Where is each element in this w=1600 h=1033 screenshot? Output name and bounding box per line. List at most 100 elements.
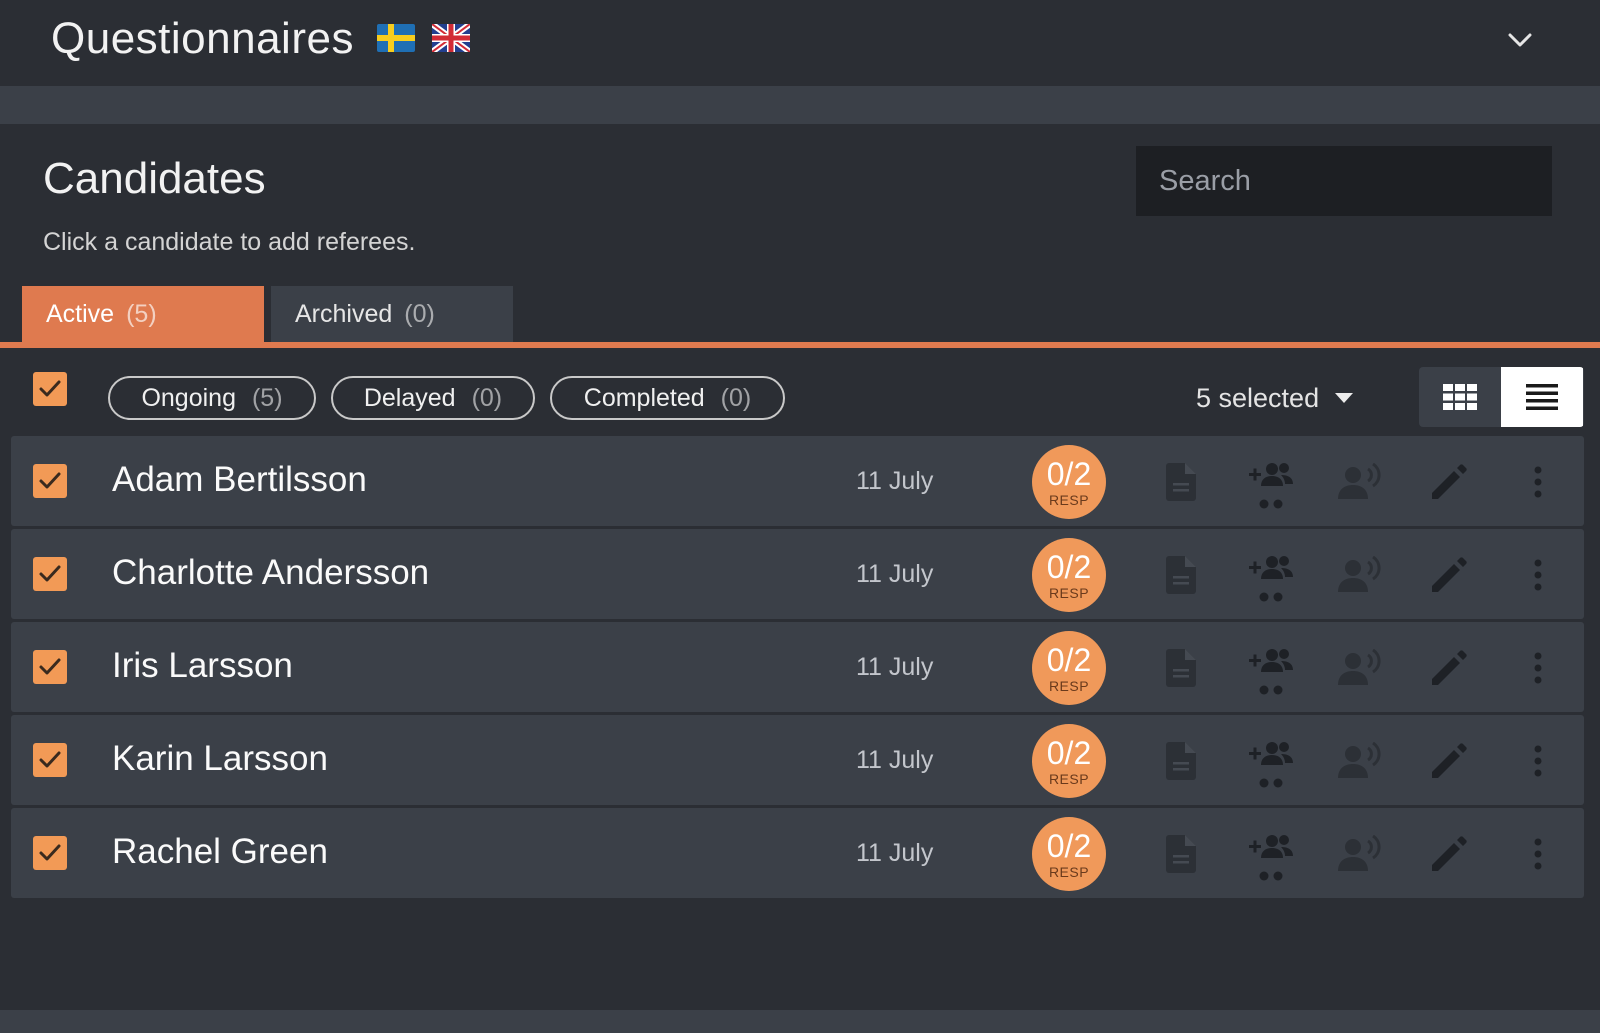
remind-referees-button[interactable] (1336, 551, 1384, 599)
filter-ongoing[interactable]: Ongoing (5) (108, 376, 316, 420)
candidate-row[interactable]: Rachel Green 11 July 0/2 RESP (11, 808, 1584, 898)
responses-badge[interactable]: 0/2 RESP (1032, 538, 1106, 612)
uk-flag-icon[interactable] (432, 24, 470, 52)
swedish-flag-icon[interactable] (377, 24, 415, 52)
tab-active[interactable]: Active (5) (22, 286, 264, 342)
edit-button[interactable] (1425, 737, 1473, 785)
collapse-button[interactable] (1502, 22, 1538, 58)
row-checkbox[interactable] (33, 743, 67, 777)
candidate-row[interactable]: Charlotte Andersson 11 July 0/2 RESP (11, 529, 1584, 619)
document-icon (1166, 742, 1196, 780)
candidate-name: Karin Larsson (112, 739, 328, 778)
responses-count: 0/2 (1046, 827, 1092, 864)
search-input[interactable] (1136, 146, 1552, 216)
add-referees-button[interactable] (1247, 640, 1295, 702)
more-vertical-icon (1534, 559, 1542, 591)
caret-down-icon (1335, 393, 1354, 403)
filter-label: Ongoing (141, 383, 236, 412)
add-referees-icon (1249, 649, 1293, 695)
edit-button[interactable] (1425, 644, 1473, 692)
voice-person-icon (1338, 463, 1381, 499)
responses-badge[interactable]: 0/2 RESP (1032, 631, 1106, 705)
more-vertical-icon (1534, 838, 1542, 870)
responses-badge[interactable]: 0/2 RESP (1032, 817, 1106, 891)
checkmark-icon (39, 658, 61, 675)
responses-label: RESP (1048, 677, 1090, 694)
edit-button[interactable] (1425, 830, 1473, 878)
more-options-button[interactable] (1514, 830, 1562, 878)
filter-completed[interactable]: Completed (0) (550, 376, 785, 420)
remind-referees-button[interactable] (1336, 458, 1384, 506)
remind-referees-button[interactable] (1336, 737, 1384, 785)
page-title: Candidates (43, 154, 266, 203)
remind-referees-button[interactable] (1336, 830, 1384, 878)
candidate-row[interactable]: Adam Bertilsson 11 July 0/2 RESP (11, 436, 1584, 526)
document-icon (1166, 463, 1196, 501)
add-referees-icon (1249, 463, 1293, 509)
tab-underline (0, 342, 1600, 348)
page-subtitle: Click a candidate to add referees. (43, 228, 416, 256)
pencil-icon (1432, 650, 1467, 685)
responses-badge[interactable]: 0/2 RESP (1032, 724, 1106, 798)
row-checkbox[interactable] (33, 557, 67, 591)
tab-archived[interactable]: Archived (0) (271, 286, 513, 342)
document-button[interactable] (1157, 830, 1205, 878)
tab-label: Active (46, 299, 115, 328)
candidate-date: 11 July (856, 467, 934, 495)
app-title: Questionnaires (51, 14, 354, 63)
candidate-name: Adam Bertilsson (112, 460, 367, 499)
grid-view-icon (1443, 384, 1477, 410)
add-referees-button[interactable] (1247, 826, 1295, 888)
pencil-icon (1432, 743, 1467, 778)
document-button[interactable] (1157, 551, 1205, 599)
responses-label: RESP (1048, 584, 1090, 601)
checkmark-icon (39, 565, 61, 582)
candidate-name: Iris Larsson (112, 646, 293, 685)
list-view-button[interactable] (1501, 367, 1583, 427)
filter-count: (5) (251, 383, 283, 412)
candidate-row[interactable]: Karin Larsson 11 July 0/2 RESP (11, 715, 1584, 805)
more-vertical-icon (1534, 466, 1542, 498)
pencil-icon (1432, 836, 1467, 871)
more-options-button[interactable] (1514, 737, 1562, 785)
responses-count: 0/2 (1046, 734, 1092, 771)
chevron-down-icon (1508, 33, 1532, 47)
view-toggle (1419, 367, 1584, 427)
select-all-checkbox[interactable] (33, 372, 67, 406)
tab-count: (5) (126, 299, 157, 328)
candidate-name: Charlotte Andersson (112, 553, 430, 592)
candidate-date: 11 July (856, 746, 934, 774)
responses-count: 0/2 (1046, 455, 1092, 492)
candidate-date: 11 July (856, 839, 934, 867)
edit-button[interactable] (1425, 551, 1473, 599)
document-button[interactable] (1157, 644, 1205, 692)
document-button[interactable] (1157, 458, 1205, 506)
checkmark-icon (39, 844, 61, 861)
more-options-button[interactable] (1514, 458, 1562, 506)
remind-referees-button[interactable] (1336, 644, 1384, 692)
selection-dropdown[interactable]: 5 selected (1196, 378, 1354, 418)
voice-person-icon (1338, 835, 1381, 871)
more-vertical-icon (1534, 745, 1542, 777)
grid-view-button[interactable] (1419, 367, 1501, 427)
responses-badge[interactable]: 0/2 RESP (1032, 445, 1106, 519)
edit-button[interactable] (1425, 458, 1473, 506)
row-checkbox[interactable] (33, 464, 67, 498)
add-referees-icon (1249, 742, 1293, 788)
document-button[interactable] (1157, 737, 1205, 785)
more-options-button[interactable] (1514, 644, 1562, 692)
add-referees-icon (1249, 835, 1293, 881)
row-checkbox[interactable] (33, 650, 67, 684)
add-referees-button[interactable] (1247, 547, 1295, 609)
add-referees-button[interactable] (1247, 733, 1295, 795)
list-view-icon (1526, 384, 1558, 410)
candidate-date: 11 July (856, 560, 934, 588)
row-checkbox[interactable] (33, 836, 67, 870)
more-vertical-icon (1534, 652, 1542, 684)
more-options-button[interactable] (1514, 551, 1562, 599)
add-referees-button[interactable] (1247, 454, 1295, 516)
filter-delayed[interactable]: Delayed (0) (331, 376, 535, 420)
document-icon (1166, 556, 1196, 594)
voice-person-icon (1338, 556, 1381, 592)
candidate-row[interactable]: Iris Larsson 11 July 0/2 RESP (11, 622, 1584, 712)
